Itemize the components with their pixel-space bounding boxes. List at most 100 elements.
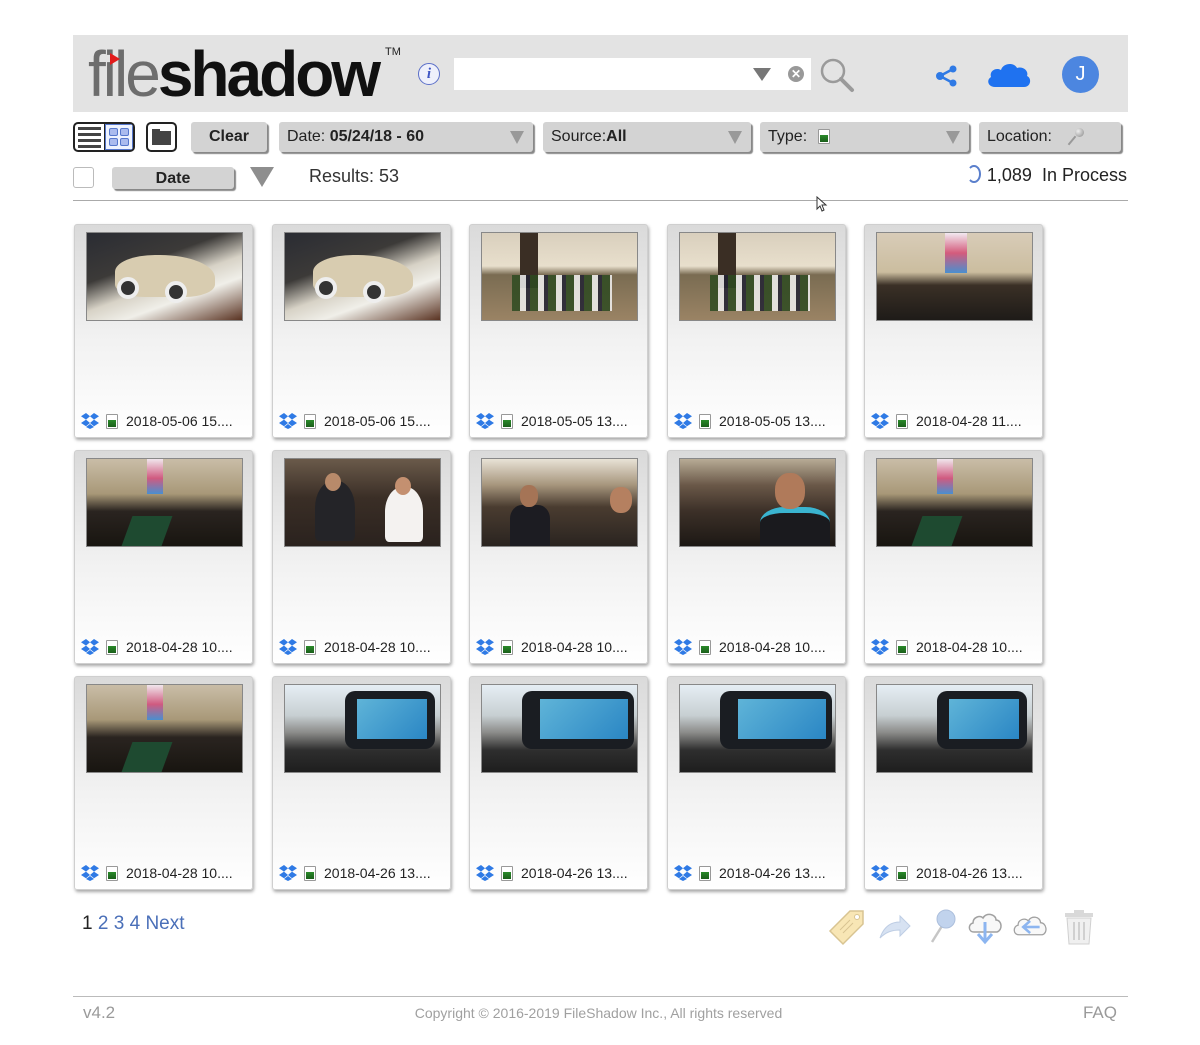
file-name[interactable]: 2018-04-28 11.... <box>916 413 1022 429</box>
file-card[interactable]: 2018-04-28 10.... <box>74 676 253 890</box>
file-thumbnail[interactable] <box>284 232 441 321</box>
file-thumbnail[interactable] <box>86 458 243 547</box>
dropbox-icon <box>871 865 889 881</box>
source-filter-dropdown[interactable]: Source:All <box>543 122 751 152</box>
sort-direction-icon[interactable] <box>250 167 274 187</box>
file-card[interactable]: 2018-04-26 13.... <box>469 676 648 890</box>
file-thumbnail[interactable] <box>876 684 1033 773</box>
list-view-icon[interactable] <box>75 124 105 150</box>
dropbox-icon <box>674 865 692 881</box>
file-name[interactable]: 2018-04-28 10.... <box>324 639 431 655</box>
file-name[interactable]: 2018-04-26 13.... <box>916 865 1023 881</box>
file-thumbnail[interactable] <box>284 458 441 547</box>
file-card[interactable]: 2018-05-05 13.... <box>667 224 846 438</box>
pin-icon <box>1068 127 1085 146</box>
image-file-icon <box>896 865 908 881</box>
cloud-download-icon[interactable] <box>966 908 1004 946</box>
file-card[interactable]: 2018-04-28 10.... <box>864 450 1043 664</box>
file-card-footer: 2018-04-26 13.... <box>871 865 1023 881</box>
user-avatar[interactable]: J <box>1062 56 1099 93</box>
select-all-checkbox[interactable] <box>73 167 94 188</box>
date-filter-dropdown[interactable]: Date: 05/24/18 - 60 <box>279 122 533 152</box>
file-name[interactable]: 2018-05-06 15.... <box>126 413 233 429</box>
file-name[interactable]: 2018-04-26 13.... <box>521 865 628 881</box>
image-file-icon <box>106 413 118 429</box>
share-icon[interactable] <box>935 64 959 88</box>
image-file-icon <box>304 865 316 881</box>
file-card[interactable]: 2018-04-28 10.... <box>469 450 648 664</box>
file-name[interactable]: 2018-04-28 10.... <box>521 639 628 655</box>
file-thumbnail[interactable] <box>284 684 441 773</box>
file-thumbnail[interactable] <box>481 458 638 547</box>
copyright-text: Copyright © 2016-2019 FileShadow Inc., A… <box>414 1005 783 1021</box>
search-input[interactable] <box>460 58 740 88</box>
file-name[interactable]: 2018-04-28 10.... <box>719 639 826 655</box>
type-filter-dropdown[interactable]: Type: <box>760 122 969 152</box>
cloud-restore-icon[interactable] <box>1012 908 1050 946</box>
cloud-icon[interactable] <box>985 59 1033 91</box>
file-thumbnail[interactable] <box>481 684 638 773</box>
file-name[interactable]: 2018-04-28 10.... <box>916 639 1023 655</box>
file-card[interactable]: 2018-04-28 10.... <box>74 450 253 664</box>
location-filter-button[interactable]: Location: <box>979 122 1121 152</box>
info-icon[interactable]: i <box>418 63 440 85</box>
file-card[interactable]: 2018-04-26 13.... <box>864 676 1043 890</box>
divider <box>73 200 1128 201</box>
file-card[interactable]: 2018-05-06 15.... <box>272 224 451 438</box>
clear-filters-button[interactable]: Clear <box>191 122 267 152</box>
search-box: ✕ <box>454 58 811 90</box>
search-icon[interactable] <box>819 57 855 93</box>
file-name[interactable]: 2018-05-06 15.... <box>324 413 431 429</box>
file-thumbnail[interactable] <box>86 684 243 773</box>
file-name[interactable]: 2018-05-05 13.... <box>521 413 628 429</box>
dropbox-icon <box>871 639 889 655</box>
page-link-2[interactable]: 2 <box>98 913 109 934</box>
file-card-footer: 2018-04-26 13.... <box>476 865 628 881</box>
file-card[interactable]: 2018-05-05 13.... <box>469 224 648 438</box>
dropbox-icon <box>476 865 494 881</box>
file-thumbnail[interactable] <box>679 232 836 321</box>
file-card-footer: 2018-04-26 13.... <box>674 865 826 881</box>
grid-view-icon[interactable] <box>105 124 133 150</box>
location-pin-icon[interactable] <box>922 908 960 946</box>
fileshadow-logo[interactable]: fileshadow TM <box>88 39 401 109</box>
image-file-icon <box>699 639 711 655</box>
file-name[interactable]: 2018-04-28 10.... <box>126 639 233 655</box>
tag-icon[interactable] <box>828 908 866 946</box>
file-name[interactable]: 2018-04-26 13.... <box>324 865 431 881</box>
file-card[interactable]: 2018-04-26 13.... <box>272 676 451 890</box>
source-filter-label: Source: <box>551 128 607 145</box>
page-link-4[interactable]: 4 <box>130 913 141 934</box>
dropbox-icon <box>674 639 692 655</box>
faq-link[interactable]: FAQ <box>1083 1003 1117 1023</box>
file-thumbnail[interactable] <box>876 458 1033 547</box>
file-card[interactable]: 2018-04-26 13.... <box>667 676 846 890</box>
file-card[interactable]: 2018-04-28 10.... <box>272 450 451 664</box>
in-process-label: In Process <box>1041 165 1127 185</box>
view-mode-toggle <box>73 122 135 152</box>
image-file-icon <box>106 865 118 881</box>
clear-search-icon[interactable]: ✕ <box>788 66 804 82</box>
page-link-3[interactable]: 3 <box>114 913 125 934</box>
file-thumbnail[interactable] <box>679 684 836 773</box>
file-card[interactable]: 2018-04-28 11.... <box>864 224 1043 438</box>
chevron-down-icon <box>728 131 742 144</box>
file-thumbnail[interactable] <box>481 232 638 321</box>
trash-icon[interactable] <box>1060 908 1098 946</box>
next-page-link[interactable]: Next <box>145 913 184 934</box>
share-arrow-icon[interactable] <box>876 908 914 946</box>
file-name[interactable]: 2018-05-05 13.... <box>719 413 826 429</box>
file-thumbnail[interactable] <box>86 232 243 321</box>
loading-spinner-icon <box>966 165 981 183</box>
file-name[interactable]: 2018-04-28 10.... <box>126 865 233 881</box>
search-options-dropdown-icon[interactable] <box>753 68 771 81</box>
file-card[interactable]: 2018-04-28 10.... <box>667 450 846 664</box>
dropbox-icon <box>871 413 889 429</box>
file-thumbnail[interactable] <box>679 458 836 547</box>
dropbox-icon <box>81 639 99 655</box>
sort-by-button[interactable]: Date <box>112 167 234 189</box>
folder-view-button[interactable] <box>146 122 177 152</box>
file-thumbnail[interactable] <box>876 232 1033 321</box>
file-card[interactable]: 2018-05-06 15.... <box>74 224 253 438</box>
file-name[interactable]: 2018-04-26 13.... <box>719 865 826 881</box>
